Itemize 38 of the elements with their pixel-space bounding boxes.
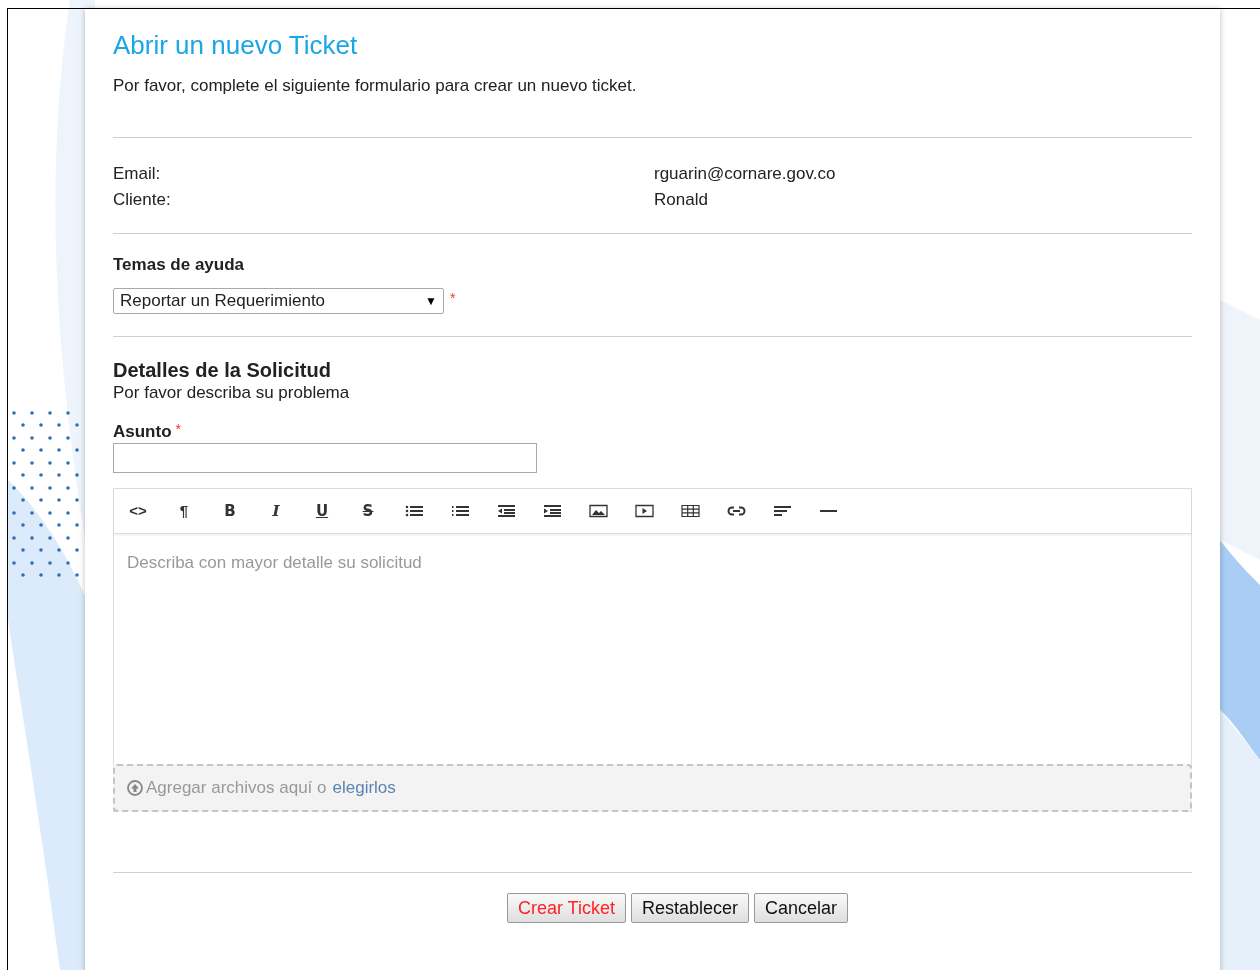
- align-left-icon[interactable]: [772, 504, 792, 518]
- subject-field[interactable]: [113, 443, 537, 473]
- required-mark: *: [450, 289, 456, 308]
- section-subheading: Por favor describa su problema: [113, 383, 350, 403]
- topic-dropdown[interactable]: Reportar un Requerimiento ▼: [113, 288, 444, 314]
- drop-zone-text: Agregar archivos aquí o: [146, 777, 327, 800]
- caret-icon: ▼: [425, 292, 437, 310]
- bullet-list-icon[interactable]: [404, 504, 424, 518]
- upload-icon: [127, 780, 143, 796]
- field-value: Ronald: [654, 189, 708, 211]
- rich-text-editor[interactable]: <> ¶ B I U S Describa con mayor detalle su solicitud Agregar archivos aquí o elegirlos: [113, 488, 1192, 812]
- link-icon[interactable]: [726, 504, 746, 518]
- field-value: rguarin@cornare.gov.co: [654, 163, 836, 185]
- intro-text: Por favor, complete el siguiente formulario para crear un nuevo ticket.: [113, 75, 637, 97]
- description-field[interactable]: Describa con mayor detalle su solicitud: [114, 534, 1191, 764]
- italic-button[interactable]: I: [264, 499, 288, 523]
- strikethrough-button[interactable]: S: [356, 499, 380, 523]
- field-label: Temas de ayuda: [113, 254, 245, 276]
- choose-files-link[interactable]: elegirlos: [332, 775, 396, 801]
- table-icon[interactable]: [680, 504, 700, 518]
- numbered-list-icon[interactable]: [450, 504, 470, 518]
- image-icon[interactable]: [588, 504, 608, 518]
- form-button[interactable]: Restablecer: [630, 893, 749, 923]
- field-label: Cliente:: [113, 190, 171, 209]
- field-label: Email:: [113, 164, 161, 183]
- outdent-icon[interactable]: [496, 504, 516, 518]
- toolbar-button[interactable]: ¶: [172, 499, 196, 523]
- field-label: Asunto: [113, 421, 172, 443]
- underline-button[interactable]: U: [310, 499, 334, 523]
- file-drop-zone[interactable]: Agregar archivos aquí o elegirlos: [113, 764, 1192, 812]
- indent-icon[interactable]: [542, 504, 562, 518]
- toolbar-button[interactable]: <>: [126, 499, 150, 523]
- form-button[interactable]: Cancelar: [754, 893, 849, 923]
- section-heading: Detalles de la Solicitud: [113, 358, 331, 383]
- required-mark: *: [175, 421, 181, 437]
- bold-button[interactable]: B: [218, 499, 242, 523]
- page-title: Abrir un nuevo Ticket: [113, 29, 358, 61]
- video-icon[interactable]: [634, 504, 654, 518]
